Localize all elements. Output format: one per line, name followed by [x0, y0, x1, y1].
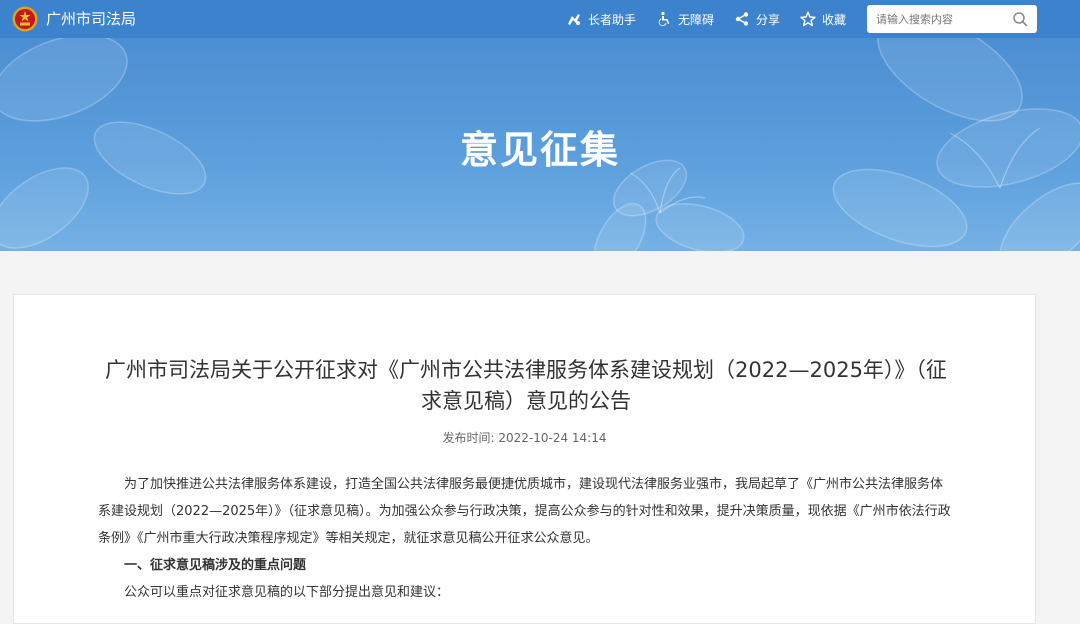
publish-label: 发布时间: [442, 431, 495, 445]
banner: 意见征集 [0, 38, 1080, 251]
elder-helper-label: 长者助手 [588, 12, 637, 27]
site-name[interactable]: 广州市司法局 [46, 9, 136, 29]
national-emblem-icon[interactable] [12, 6, 38, 32]
publish-time: 2022-10-24 14:14 [498, 431, 607, 445]
share-label: 分享 [756, 12, 781, 27]
star-icon [800, 11, 816, 27]
elder-helper-button[interactable]: 长者助手 [566, 9, 636, 29]
elder-helper-icon [568, 14, 580, 25]
article-body: 为了加快推进公共法律服务体系建设，打造全国公共法律服务最便捷优质城市，建设现代法… [98, 471, 954, 606]
article-card: 广州市司法局关于公开征求对《广州市公共法律服务体系建设规划（2022—2025年… [13, 294, 1036, 624]
accessibility-icon [658, 11, 670, 27]
share-button[interactable]: 分享 [734, 9, 780, 29]
favorite-button[interactable]: 收藏 [800, 9, 846, 29]
search-box [867, 5, 1037, 33]
search-icon[interactable] [1012, 11, 1028, 27]
accessibility-label: 无障碍 [678, 12, 715, 27]
body-paragraph: 公众可以重点对征求意见稿的以下部分提出意见和建议： [124, 585, 450, 600]
body-paragraph: 为了加快推进公共法律服务体系建设，打造全国公共法律服务最便捷优质城市，建设现代法… [98, 477, 951, 546]
publish-info: 发布时间: 2022-10-24 14:14 [14, 430, 1035, 446]
top-bar: 广州市司法局 长者助手 无障碍 分享 收藏 [0, 0, 1080, 38]
favorite-label: 收藏 [822, 12, 847, 27]
banner-title: 意见征集 [459, 128, 620, 172]
search-input[interactable] [876, 6, 1012, 32]
article-title: 广州市司法局关于公开征求对《广州市公共法律服务体系建设规划（2022—2025年… [105, 358, 947, 413]
section-heading: 一、征求意见稿涉及的重点问题 [124, 558, 307, 573]
accessibility-button[interactable]: 无障碍 [656, 9, 714, 29]
share-icon [735, 12, 749, 26]
